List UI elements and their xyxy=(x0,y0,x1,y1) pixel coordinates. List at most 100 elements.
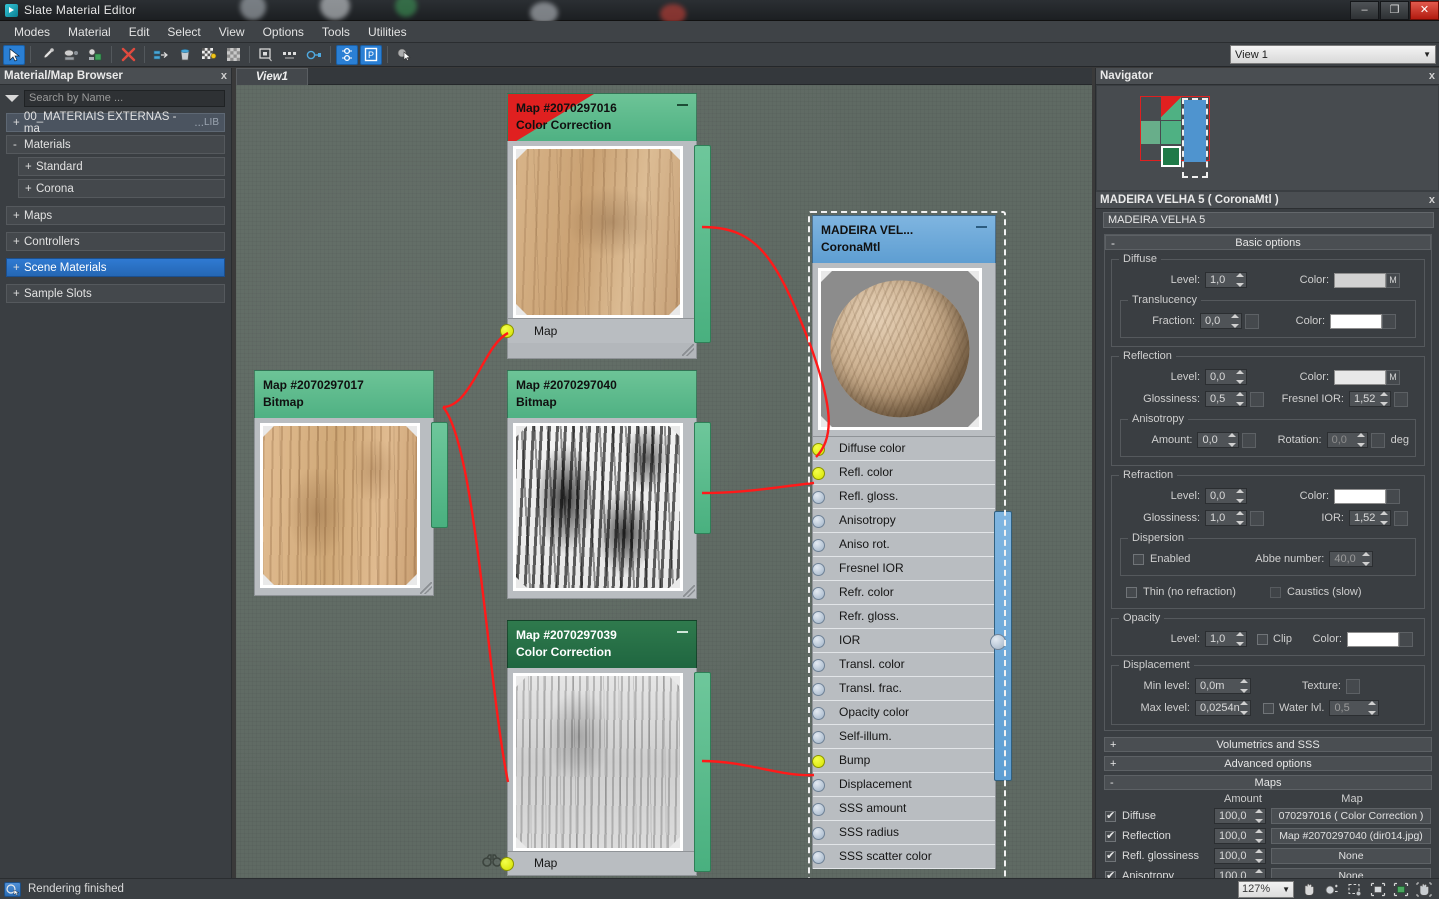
tree-item-corona[interactable]: + Corona xyxy=(18,179,225,198)
node-output-strip[interactable] xyxy=(694,145,711,343)
view-dropdown[interactable]: View 1 ▼ xyxy=(1230,45,1436,64)
displacement-max-spinner[interactable]: 0,0254n xyxy=(1195,700,1251,716)
spinner-arrows-icon[interactable] xyxy=(1254,829,1263,843)
node-header[interactable]: Map #2070297016 Color Correction xyxy=(507,93,697,141)
material-socket-row[interactable]: Bump xyxy=(812,748,995,773)
node-bitmap-2070297017[interactable]: Map #2070297017 Bitmap xyxy=(254,370,448,596)
spinner-arrows-icon[interactable] xyxy=(1235,632,1244,646)
ior-map-button[interactable] xyxy=(1394,510,1408,526)
reflection-level-spinner[interactable]: 0,0 xyxy=(1205,369,1247,385)
node-resize-grip[interactable] xyxy=(683,584,695,597)
tree-item-materials[interactable]: - Materials xyxy=(6,135,225,154)
material-id-channel-icon[interactable] xyxy=(303,45,325,65)
zoom-extents-selected-icon[interactable] xyxy=(1390,880,1411,898)
spinner-arrows-icon[interactable] xyxy=(1356,433,1365,447)
menu-modes[interactable]: Modes xyxy=(5,22,59,42)
material-socket-row[interactable]: Displacement xyxy=(812,772,995,797)
navigator-viewport-rect[interactable] xyxy=(1182,98,1208,178)
node-output-row[interactable]: Map xyxy=(500,318,697,343)
socket-dot[interactable] xyxy=(812,802,825,816)
node-output-strip[interactable] xyxy=(694,672,711,872)
zoom-region-icon[interactable] xyxy=(1344,880,1365,898)
map-amount-spinner[interactable]: 100,0 xyxy=(1214,848,1266,864)
material-name-field[interactable]: MADEIRA VELHA 5 xyxy=(1103,212,1434,228)
node-header[interactable]: MADEIRA VEL... CoronaMtl xyxy=(812,215,996,263)
socket-dot-connected[interactable] xyxy=(812,442,825,456)
spinner-arrows-icon[interactable] xyxy=(1254,869,1263,878)
show-in-viewport-icon[interactable] xyxy=(84,45,106,65)
translucency-fraction-map-button[interactable] xyxy=(1245,313,1259,329)
node-header[interactable]: Map #2070297017 Bitmap xyxy=(254,370,434,418)
socket-dot-connected[interactable] xyxy=(812,754,825,768)
socket-dot[interactable] xyxy=(812,658,825,672)
show-map-in-viewport-icon[interactable]: P xyxy=(360,44,382,65)
diffuse-color-swatch[interactable] xyxy=(1334,272,1386,288)
map-amount-spinner[interactable]: 100,0 xyxy=(1214,868,1266,878)
node-color-correction-2070297016[interactable]: Map #2070297016 Color Correction Map xyxy=(500,93,711,359)
map-amount-spinner[interactable]: 100,0 xyxy=(1214,828,1266,844)
spinner-arrows-icon[interactable] xyxy=(1379,392,1388,406)
volumetrics-sss-rollout[interactable]: + Volumetrics and SSS xyxy=(1104,737,1432,752)
displacement-texture-map-button[interactable] xyxy=(1346,678,1360,694)
advanced-options-rollout[interactable]: + Advanced options xyxy=(1104,756,1432,771)
eyedropper-icon[interactable] xyxy=(36,45,58,65)
socket-dot[interactable] xyxy=(812,514,825,528)
material-socket-row[interactable]: Transl. frac. xyxy=(812,676,995,701)
material-socket-row[interactable]: SSS amount xyxy=(812,796,995,821)
material-socket-row[interactable]: SSS scatter color xyxy=(812,844,995,869)
spinner-arrows-icon[interactable] xyxy=(1235,489,1244,503)
node-graph-canvas[interactable]: Map #2070297016 Color Correction Map Map… xyxy=(236,85,1092,878)
material-socket-row[interactable]: Aniso rot. xyxy=(812,532,995,557)
binoculars-icon[interactable] xyxy=(482,854,502,868)
menu-view[interactable]: View xyxy=(210,22,254,42)
abbe-number-spinner[interactable]: 40,0 xyxy=(1329,551,1374,567)
spinner-arrows-icon[interactable] xyxy=(1235,511,1244,525)
socket-dot[interactable] xyxy=(812,826,825,840)
zoom-extents-icon[interactable] xyxy=(1367,880,1388,898)
material-socket-row[interactable]: Refr. color xyxy=(812,580,995,605)
map-enabled-checkbox[interactable] xyxy=(1105,869,1116,878)
material-socket-row[interactable]: Refl. color xyxy=(812,460,995,485)
tree-item-standard[interactable]: + Standard xyxy=(18,157,225,176)
refraction-level-spinner[interactable]: 0,0 xyxy=(1205,488,1247,504)
node-header[interactable]: Map #2070297039 Color Correction xyxy=(507,620,697,668)
socket-dot[interactable] xyxy=(812,538,825,552)
socket-dot[interactable] xyxy=(812,562,825,576)
opacity-color-map-button[interactable] xyxy=(1398,631,1413,647)
refraction-color-swatch[interactable] xyxy=(1334,488,1386,504)
material-socket-row[interactable]: Anisotropy xyxy=(812,508,995,533)
put-material-to-scene-icon[interactable] xyxy=(174,45,196,65)
node-output-strip[interactable] xyxy=(431,422,448,528)
spinner-arrows-icon[interactable] xyxy=(1235,273,1244,287)
node-resize-grip[interactable] xyxy=(420,581,432,594)
window-controls[interactable]: – ❐ ✕ xyxy=(1349,1,1439,20)
maps-rollout[interactable]: - Maps xyxy=(1104,775,1432,790)
menu-select[interactable]: Select xyxy=(158,22,209,42)
caustics-checkbox[interactable] xyxy=(1269,586,1281,598)
close-button[interactable]: ✕ xyxy=(1410,1,1439,20)
minimize-button[interactable]: – xyxy=(1350,1,1379,20)
tree-item-sample-slots[interactable]: + Sample Slots xyxy=(6,284,225,303)
material-socket-row[interactable]: Transl. color xyxy=(812,652,995,677)
anisotropy-rotation-spinner[interactable]: 0,0 xyxy=(1326,432,1369,448)
anisotropy-amount-spinner[interactable]: 0,0 xyxy=(1197,432,1240,448)
menu-material[interactable]: Material xyxy=(59,22,120,42)
node-output-row[interactable]: Map xyxy=(500,851,697,876)
node-minimize-icon[interactable] xyxy=(976,226,987,228)
translucency-color-map-button[interactable] xyxy=(1382,313,1396,329)
socket-dot[interactable] xyxy=(812,778,825,792)
socket-dot[interactable] xyxy=(812,682,825,696)
translucency-fraction-spinner[interactable]: 0,0 xyxy=(1200,313,1242,329)
node-resize-grip[interactable] xyxy=(682,343,694,356)
material-socket-row[interactable]: IOR xyxy=(812,628,995,653)
socket-dot[interactable] xyxy=(812,706,825,720)
maximize-button[interactable]: ❐ xyxy=(1380,1,1409,20)
show-parameters-icon[interactable] xyxy=(336,44,358,65)
ior-spinner[interactable]: 1,52 xyxy=(1349,510,1391,526)
node-bitmap-2070297040[interactable]: Map #2070297040 Bitmap xyxy=(507,370,711,599)
material-output-socket-dot[interactable] xyxy=(990,634,1006,650)
render-icon[interactable] xyxy=(4,881,21,897)
opacity-level-spinner[interactable]: 1,0 xyxy=(1205,631,1247,647)
material-socket-row[interactable]: Refr. gloss. xyxy=(812,604,995,629)
dispersion-enabled-checkbox[interactable] xyxy=(1133,553,1144,565)
